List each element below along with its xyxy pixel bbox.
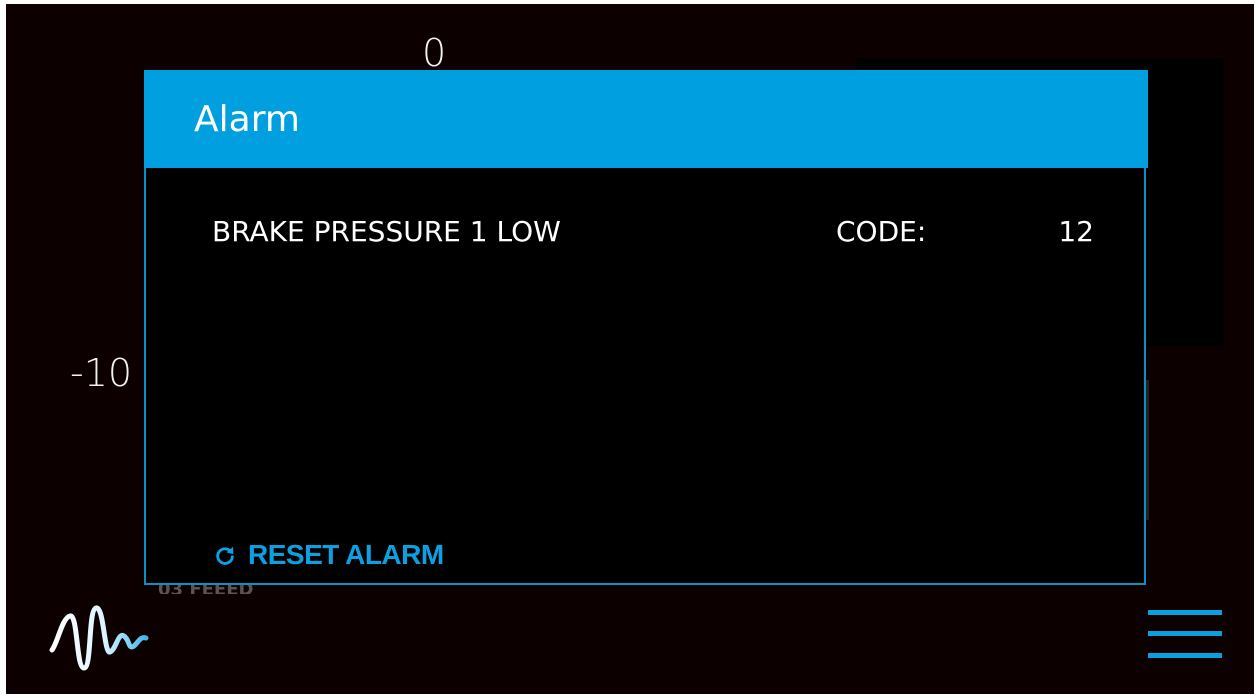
hamburger-menu-icon[interactable] <box>1148 608 1222 660</box>
waveform-logo-icon <box>49 605 149 671</box>
alarm-dialog-header: Alarm <box>144 70 1148 168</box>
menu-line <box>1148 610 1222 615</box>
background-scale-value-top: 0 <box>422 31 447 75</box>
refresh-icon <box>216 546 234 565</box>
background-scale-value-left: -10 <box>70 351 133 395</box>
menu-line <box>1148 631 1222 636</box>
alarm-dialog: Alarm BRAKE PRESSURE 1 LOW CODE: 12 RESE… <box>144 70 1148 585</box>
reset-alarm-label: RESET ALARM <box>248 539 444 570</box>
device-screen: 0 -10 03 FEEED Alarm BRAKE PRESSURE 1 LO… <box>6 4 1254 694</box>
menu-line <box>1148 653 1222 658</box>
alarm-code-label: CODE: <box>836 215 927 248</box>
alarm-message: BRAKE PRESSURE 1 LOW <box>212 215 561 248</box>
alarm-dialog-title: Alarm <box>194 99 300 140</box>
reset-alarm-button[interactable]: RESET ALARM <box>214 537 444 573</box>
alarm-code-value: 12 <box>1058 215 1094 248</box>
background-panel-edge <box>1146 380 1149 520</box>
